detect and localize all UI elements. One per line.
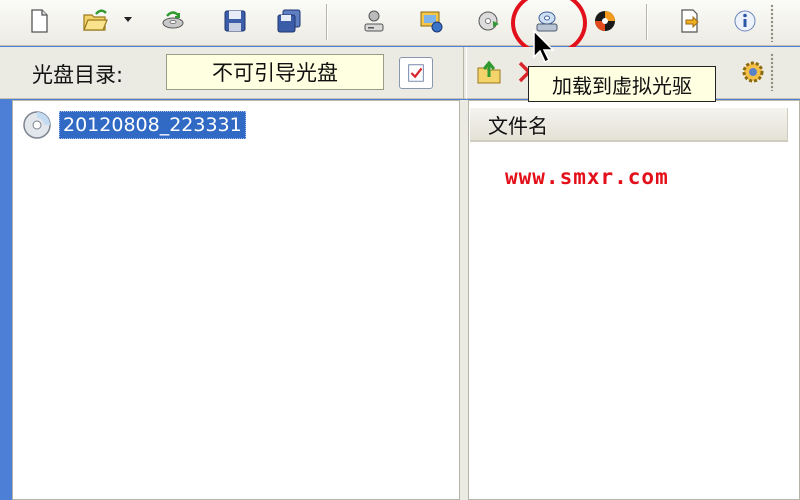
panel-divider — [463, 47, 467, 99]
settings-button[interactable] — [738, 57, 768, 87]
open-folder-button[interactable] — [78, 4, 112, 38]
folder-up-icon — [477, 60, 501, 84]
virtual-drive-button[interactable] — [357, 4, 391, 38]
toolbar-separator — [646, 4, 648, 40]
boot-settings-button[interactable] — [399, 57, 433, 89]
gear-icon — [742, 61, 764, 83]
open-dropdown-arrow-icon[interactable] — [124, 17, 132, 22]
go-up-button[interactable] — [474, 57, 504, 87]
burn-disc-button[interactable] — [588, 4, 622, 38]
disc-convert-icon — [478, 11, 499, 31]
disc-burn-button[interactable] — [156, 4, 190, 38]
properties-button[interactable] — [672, 4, 706, 38]
new-file-button[interactable] — [22, 4, 56, 38]
checkmark-icon — [408, 64, 424, 82]
watermark-text: www.smxr.com — [505, 165, 669, 189]
main-toolbar — [0, 0, 800, 56]
floppy-disk-icon — [224, 10, 246, 32]
boot-status-field[interactable]: 不可引导光盘 — [166, 54, 384, 90]
mouse-cursor-icon — [533, 30, 555, 64]
tree-item-disc[interactable]: 20120808_223331 — [21, 109, 246, 141]
burning-disc-icon — [595, 11, 615, 31]
convert-button[interactable] — [472, 4, 506, 38]
disc-recycle-icon — [162, 11, 184, 29]
disc-tree-panel: 20120808_223331 — [12, 100, 460, 500]
disc-directory-label: 光盘目录: — [32, 63, 124, 87]
tree-item-label: 20120808_223331 — [59, 111, 246, 139]
save-button[interactable] — [218, 4, 252, 38]
new-file-icon — [31, 9, 48, 33]
cd-disc-icon — [23, 111, 51, 139]
open-folder-icon — [83, 9, 108, 31]
column-header-filename[interactable]: 文件名 — [470, 108, 788, 142]
save-all-icon — [277, 9, 301, 33]
toolbar-grip[interactable] — [770, 4, 774, 42]
document-arrow-icon — [681, 9, 699, 33]
toolbar-separator — [326, 4, 328, 40]
panel-splitter[interactable] — [460, 100, 468, 500]
drive-user-icon — [364, 10, 384, 32]
monitor-image-icon — [420, 11, 443, 33]
toolbar-grip[interactable] — [770, 53, 774, 91]
file-list-panel: 文件名 www.smxr.com — [468, 100, 800, 500]
disc-image-button[interactable] — [414, 4, 448, 38]
info-button[interactable] — [728, 4, 762, 38]
info-icon — [734, 10, 756, 32]
save-all-button[interactable] — [272, 4, 306, 38]
tooltip: 加载到虚拟光驱 — [528, 66, 716, 102]
